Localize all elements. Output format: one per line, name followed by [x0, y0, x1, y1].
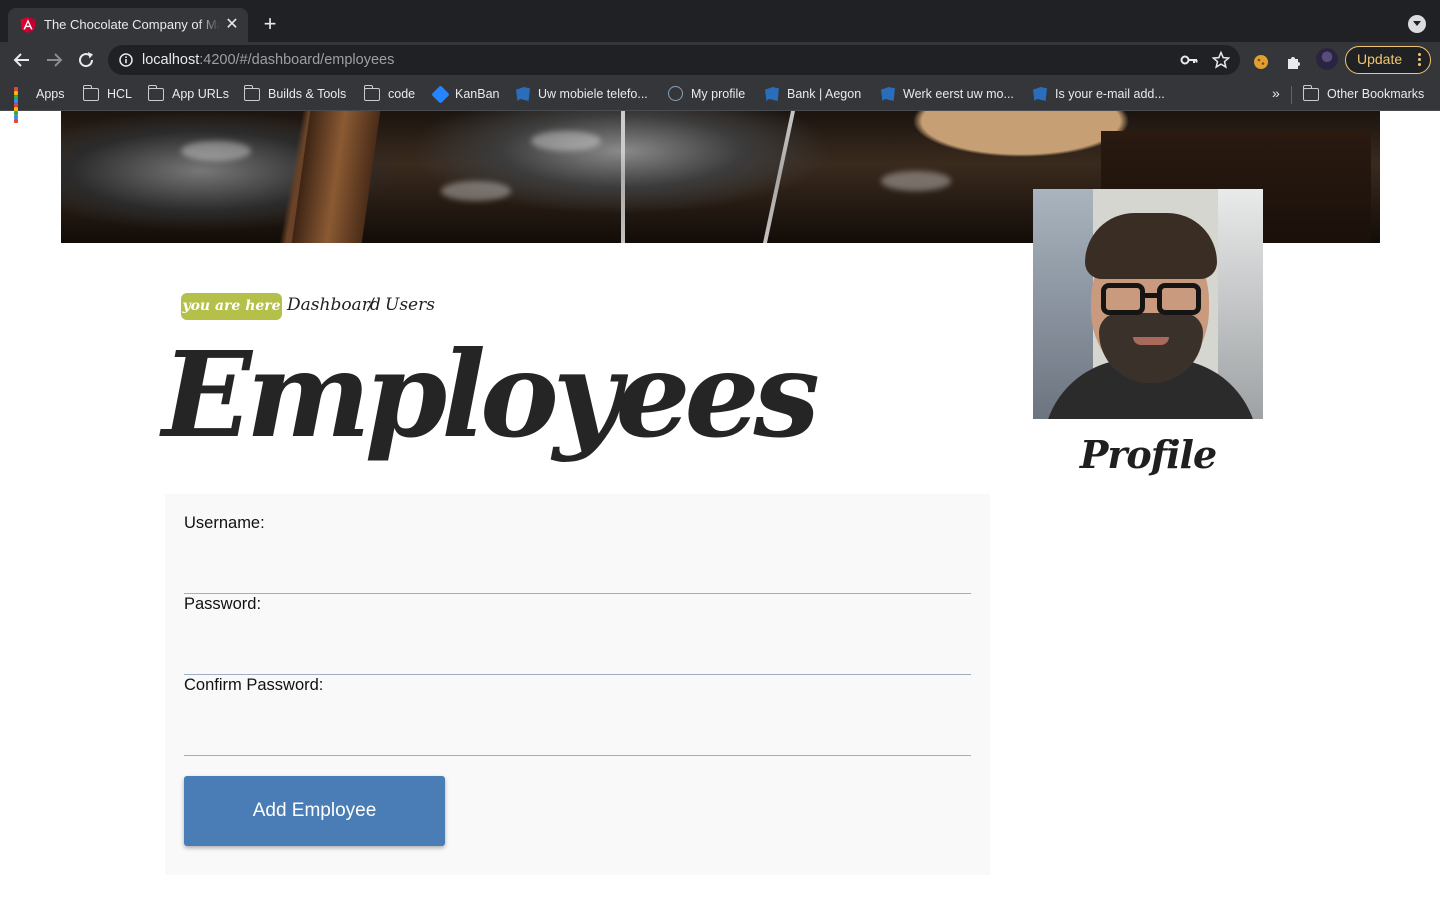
bookmark-kanban[interactable]: KanBan	[431, 85, 499, 104]
bookmark-folder-app-urls[interactable]: App URLs	[147, 85, 229, 104]
close-icon[interactable]: ✕	[222, 15, 242, 35]
forward-arrow-icon[interactable]	[42, 48, 66, 72]
folder-icon	[82, 85, 99, 101]
add-employee-form: Username: Password: Confirm Password: Ad…	[165, 494, 990, 875]
bookmark-folder-hcl[interactable]: HCL	[82, 85, 132, 104]
bookmark-email-check[interactable]: Is your e-mail add...	[1033, 86, 1165, 104]
profile-site-icon	[668, 86, 683, 101]
folder-icon	[1302, 85, 1319, 101]
folder-icon	[147, 85, 164, 101]
bookmark-folder-builds-tools[interactable]: Builds & Tools	[243, 85, 346, 104]
bookmark-site-icon	[881, 87, 895, 101]
confirm-password-field[interactable]	[184, 725, 971, 756]
bookmark-bank-aegon[interactable]: Bank | Aegon	[765, 86, 861, 104]
angular-icon	[20, 17, 36, 33]
folder-icon	[363, 85, 380, 101]
address-bar[interactable]: localhost:4200/#/dashboard/employees	[108, 45, 1240, 75]
confirm-password-label: Confirm Password:	[184, 676, 324, 694]
bookmark-star-icon[interactable]	[1212, 51, 1230, 69]
bookmark-other-bookmarks[interactable]: Other Bookmarks	[1302, 85, 1424, 104]
browser-toolbar: localhost:4200/#/dashboard/employees Upd…	[0, 42, 1440, 78]
breadcrumb-dashboard-link[interactable]: Dashboard	[287, 295, 381, 315]
folder-icon	[243, 85, 260, 101]
bookmarks-divider	[1291, 86, 1292, 104]
breadcrumb-users: Users	[385, 295, 435, 315]
key-icon[interactable]	[1180, 53, 1198, 67]
cookie-extension-icon[interactable]	[1252, 53, 1270, 71]
extensions-puzzle-icon[interactable]	[1285, 53, 1303, 71]
bookmark-site-icon	[516, 87, 530, 101]
tab-title: The Chocolate Company of Ma	[44, 17, 220, 32]
password-label: Password:	[184, 595, 262, 613]
profile-avatar[interactable]	[1316, 48, 1338, 70]
url-text[interactable]: localhost:4200/#/dashboard/employees	[142, 52, 394, 68]
breadcrumb-separator: /	[368, 295, 374, 315]
bookmark-folder-code[interactable]: code	[363, 85, 415, 104]
kanban-icon	[431, 85, 450, 104]
tab-search-icon[interactable]	[1408, 15, 1426, 33]
reload-icon[interactable]	[74, 48, 98, 72]
update-label: Update	[1357, 51, 1403, 67]
browser-tab[interactable]: The Chocolate Company of Ma ✕	[8, 8, 248, 42]
profile-photo	[1033, 189, 1263, 419]
page-title: Employees	[162, 325, 820, 464]
bookmark-apps[interactable]: Apps	[14, 86, 65, 123]
bookmark-site-icon	[1033, 87, 1047, 101]
breadcrumb-badge: you are here	[181, 293, 282, 320]
bookmark-werk-eerst[interactable]: Werk eerst uw mo...	[881, 86, 1014, 104]
username-field[interactable]	[184, 563, 971, 594]
bookmark-site-icon	[765, 87, 779, 101]
update-button[interactable]: Update	[1345, 46, 1431, 74]
add-employee-button[interactable]: Add Employee	[184, 776, 445, 846]
new-tab-button[interactable]: +	[256, 12, 284, 38]
password-field[interactable]	[184, 644, 971, 675]
bookmark-my-profile[interactable]: My profile	[668, 86, 745, 104]
back-arrow-icon[interactable]	[10, 48, 34, 72]
username-label: Username:	[184, 514, 265, 532]
bookmarks-bar: Apps HCL App URLs Builds & Tools code Ka…	[0, 78, 1440, 123]
tab-title-fade	[198, 14, 220, 36]
apps-grid-icon	[14, 87, 28, 123]
info-icon[interactable]	[119, 53, 133, 67]
browser-tab-strip: The Chocolate Company of Ma ✕ +	[0, 0, 1440, 42]
more-menu-icon[interactable]	[1418, 53, 1421, 67]
bookmark-mobile-phone[interactable]: Uw mobiele telefo...	[516, 86, 648, 104]
bookmarks-overflow-button[interactable]: »	[1272, 85, 1280, 101]
profile-heading[interactable]: Profile	[1033, 432, 1263, 477]
